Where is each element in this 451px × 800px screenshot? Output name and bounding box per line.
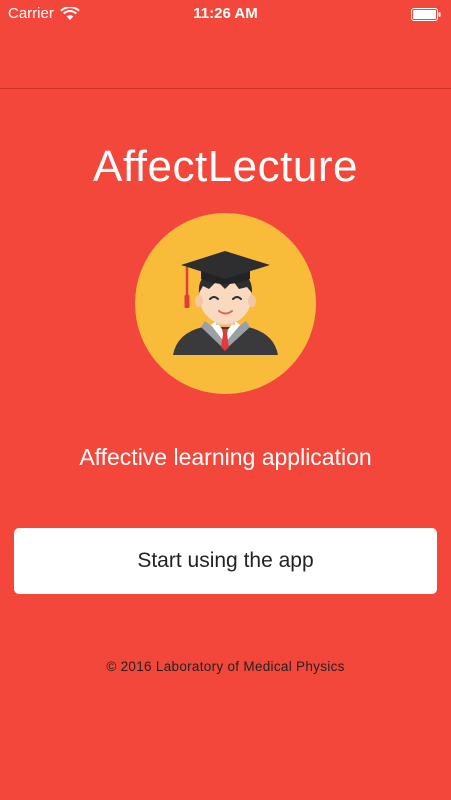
start-button[interactable]: Start using the app [14, 528, 437, 594]
status-time: 11:26 AM [193, 5, 258, 22]
app-title: AffectLecture [93, 142, 358, 191]
copyright-footer: © 2016 Laboratory of Medical Physics [106, 659, 345, 674]
battery-icon [411, 8, 441, 21]
app-subtitle: Affective learning application [79, 444, 372, 470]
status-bar: Carrier 11:26 AM [0, 0, 451, 28]
navigation-bar [0, 28, 451, 89]
graduate-avatar-icon [135, 213, 316, 394]
